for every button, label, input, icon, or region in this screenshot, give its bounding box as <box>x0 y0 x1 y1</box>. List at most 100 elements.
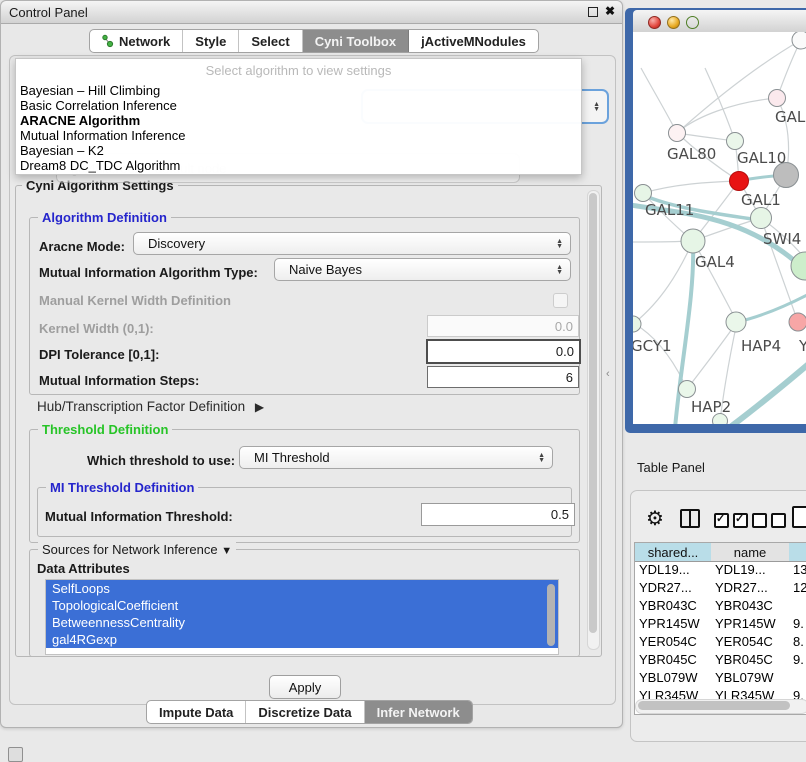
table-cell[interactable] <box>789 597 806 615</box>
kernel-width-value: 0.0 <box>555 319 573 334</box>
table-cell[interactable]: YPR145W <box>711 615 789 633</box>
table-cell[interactable]: 8. <box>789 633 806 651</box>
algorithm-option[interactable]: Dream8 DC_TDC Algorithm <box>16 158 581 173</box>
tab-cyni-toolbox[interactable]: Cyni Toolbox <box>303 30 409 52</box>
algorithm-option[interactable]: Mutual Information Inference <box>16 128 581 143</box>
network-node-gal10[interactable] <box>727 133 744 150</box>
table-cell[interactable]: 9. <box>789 615 806 633</box>
network-node-hap4[interactable] <box>726 312 746 332</box>
bottom-tab-label: Impute Data <box>159 705 233 720</box>
stepper-icon: ▲▼ <box>556 239 563 249</box>
table-cell[interactable]: 9. <box>789 651 806 669</box>
network-canvas[interactable]: GALGAL80GAL10GAL1GAL11GAL4SWI4GCY1HAP4YH… <box>633 32 806 424</box>
data-attribute-item[interactable]: SelfLoops <box>46 580 558 597</box>
collapsed-panel-icon[interactable] <box>8 747 23 762</box>
table-hscrollbar[interactable] <box>635 699 806 714</box>
data-attribute-item[interactable]: TopologicalCoefficient <box>46 597 558 614</box>
apply-button[interactable]: Apply <box>269 675 341 699</box>
window-close-button[interactable] <box>648 16 661 29</box>
network-node-hap2[interactable] <box>679 381 696 398</box>
column-header[interactable]: name <box>711 543 790 562</box>
tab-label: Style <box>195 34 226 49</box>
network-node-gal80[interactable] <box>669 125 686 142</box>
table-cell[interactable]: YBR045C <box>711 651 789 669</box>
network-node[interactable] <box>792 32 806 49</box>
mi-steps-input[interactable]: 6 <box>427 366 579 388</box>
tab-style[interactable]: Style <box>183 30 239 52</box>
unchecked-boxes-icon[interactable] <box>752 513 790 531</box>
network-window-titlebar[interactable] <box>633 10 806 33</box>
data-attribute-item[interactable]: BetweennessCentrality <box>46 614 558 631</box>
table-header-row[interactable]: shared...nameA <box>635 543 806 561</box>
checked-boxes-icon[interactable] <box>714 513 752 531</box>
mi-threshold-label: Mutual Information Threshold: <box>45 509 233 524</box>
table-cell[interactable]: YBR043C <box>711 597 789 615</box>
float-icon[interactable] <box>588 7 598 17</box>
mi-threshold-input[interactable]: 0.5 <box>421 503 575 526</box>
control-panel-title: Control Panel <box>9 5 88 20</box>
bottom-tab-impute-data[interactable]: Impute Data <box>147 701 246 723</box>
window-minimize-button[interactable] <box>667 16 680 29</box>
stepper-icon: ▲▼ <box>593 102 600 112</box>
manual-kernel-checkbox[interactable] <box>553 293 568 308</box>
split-columns-icon[interactable] <box>680 509 700 528</box>
mi-algorithm-type-combo[interactable]: Naive Bayes ▲▼ <box>274 258 571 281</box>
tab-select[interactable]: Select <box>239 30 302 52</box>
cyni-bottom-tabbar: Impute Data Discretize Data Infer Network <box>146 700 473 724</box>
network-node[interactable] <box>730 172 749 191</box>
hub-definition-expander[interactable]: Hub/Transcription Factor Definition ▶ <box>37 399 264 414</box>
bottom-tab-discretize-data[interactable]: Discretize Data <box>246 701 364 723</box>
data-attribute-item[interactable]: gal4RGexp <box>46 631 558 648</box>
algorithm-option[interactable]: ARACNE Algorithm <box>16 113 581 128</box>
aracne-mode-combo[interactable]: Discovery ▲▼ <box>133 232 571 255</box>
network-node-gal[interactable] <box>769 90 786 107</box>
gear-icon[interactable]: ⚙ <box>646 506 664 531</box>
control-panel-titlebar[interactable]: Control Panel ✖ <box>1 1 622 24</box>
table-cell[interactable]: YBL079W <box>711 669 789 687</box>
which-threshold-combo[interactable]: MI Threshold ▲▼ <box>239 446 553 469</box>
network-node-gal4[interactable] <box>681 229 705 253</box>
close-icon[interactable]: ✖ <box>605 4 615 18</box>
bottom-tab-infer-network[interactable]: Infer Network <box>365 701 472 723</box>
column-header[interactable]: A <box>789 543 806 562</box>
settings-scrollbar[interactable] <box>587 190 600 650</box>
kernel-width-input[interactable]: 0.0 <box>427 315 579 337</box>
table-cell[interactable]: YDR27... <box>711 579 789 597</box>
table-cell[interactable]: 12 <box>789 579 806 597</box>
algorithm-option[interactable]: Bayesian – K2 <box>16 143 581 158</box>
network-node-gal11[interactable] <box>635 185 652 202</box>
algorithm-option[interactable]: Bayesian – Hill Climbing <box>16 83 581 98</box>
tab-jactivemnodules[interactable]: jActiveMNodules <box>409 30 538 52</box>
table-cell[interactable]: YBL079W <box>635 669 711 687</box>
sources-group-title[interactable]: Sources for Network Inference ▼ <box>38 542 236 557</box>
table-cell[interactable]: YDL19... <box>711 561 789 579</box>
window-zoom-button[interactable] <box>686 16 699 29</box>
table-cell[interactable]: YER054C <box>711 633 789 651</box>
table-cell[interactable]: 13 <box>789 561 806 579</box>
table-cell[interactable]: YPR145W <box>635 615 711 633</box>
tab-network[interactable]: Network <box>90 30 183 52</box>
network-node-swi4[interactable] <box>791 252 806 280</box>
tab-label: jActiveMNodules <box>421 34 526 49</box>
network-node-gal1[interactable] <box>751 208 772 229</box>
table-cell[interactable] <box>789 669 806 687</box>
list-scrollbar[interactable] <box>547 584 555 646</box>
dpi-tolerance-label: DPI Tolerance [0,1]: <box>39 347 159 362</box>
table-cell[interactable]: YER054C <box>635 633 711 651</box>
algorithm-option[interactable]: Basic Correlation Inference <box>16 98 581 113</box>
table-cell[interactable]: YBR045C <box>635 651 711 669</box>
document-icon[interactable] <box>792 506 806 528</box>
data-attributes-list[interactable]: SelfLoopsTopologicalCoefficientBetweenne… <box>45 579 559 655</box>
bottom-tab-label: Discretize Data <box>258 705 351 720</box>
network-graph: GALGAL80GAL10GAL1GAL11GAL4SWI4GCY1HAP4YH… <box>633 32 806 424</box>
network-node-y[interactable] <box>789 313 806 331</box>
splitter-collapse-icon[interactable]: ‹ <box>606 368 610 380</box>
node-table[interactable]: shared...nameA YDL19...YDL19...13YDR27..… <box>634 542 806 715</box>
column-header[interactable]: shared... <box>635 543 712 562</box>
algorithm-dropdown-popup: Select algorithm to view settings Bayesi… <box>15 58 582 175</box>
algorithm-definition-title: Algorithm Definition <box>38 210 171 225</box>
table-cell[interactable]: YBR043C <box>635 597 711 615</box>
table-cell[interactable]: YDL19... <box>635 561 711 579</box>
dpi-tolerance-input[interactable]: 0.0 <box>426 339 581 364</box>
table-cell[interactable]: YDR27... <box>635 579 711 597</box>
